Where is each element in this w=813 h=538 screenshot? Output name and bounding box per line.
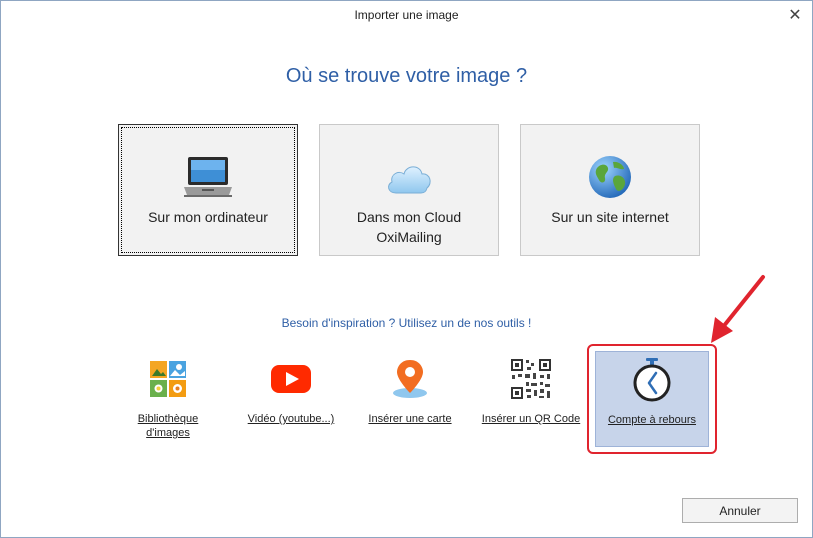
image-library-icon	[145, 356, 191, 402]
close-icon: ✕	[788, 7, 802, 24]
window-title: Importer une image	[354, 8, 459, 22]
title-bar: Importer une image ✕	[1, 1, 812, 31]
tool-image-library[interactable]: Bibliothèque d'images	[123, 356, 213, 440]
cloud-icon	[384, 153, 434, 201]
tool-map[interactable]: Insérer une carte	[361, 356, 459, 426]
tool-youtube-label: Vidéo (youtube...)	[247, 413, 335, 425]
import-image-dialog: Importer une image ✕ Où se trouve votre …	[0, 0, 813, 538]
map-pin-icon	[387, 356, 433, 402]
source-computer-label: Sur mon ordinateur	[148, 209, 268, 225]
source-cloud-card[interactable]: Dans mon Cloud OxiMailing	[319, 124, 499, 256]
highlight-box	[587, 344, 717, 454]
inspiration-text: Besoin d'inspiration ? Utilisez un de no…	[281, 316, 532, 330]
qr-code-icon	[508, 356, 554, 402]
youtube-icon	[268, 356, 314, 402]
page-title: Où se trouve votre image ?	[285, 65, 528, 87]
cancel-button[interactable]: Annuler	[682, 498, 798, 523]
laptop-icon	[182, 153, 234, 201]
tool-map-label: Insérer une carte	[368, 413, 452, 425]
globe-icon	[587, 153, 633, 201]
source-computer-card[interactable]: Sur mon ordinateur	[118, 124, 298, 256]
source-cloud-label: Dans mon Cloud OxiMailing	[356, 209, 462, 245]
red-arrow-icon	[711, 275, 765, 343]
tool-qr-code-label: Insérer un QR Code	[481, 413, 581, 425]
tool-youtube[interactable]: Vidéo (youtube...)	[241, 356, 341, 426]
tool-image-library-label: Bibliothèque d'images	[137, 413, 199, 439]
source-web-label: Sur un site internet	[551, 209, 669, 225]
close-button[interactable]: ✕	[784, 5, 806, 25]
source-web-card[interactable]: Sur un site internet	[520, 124, 700, 256]
tool-qr-code[interactable]: Insérer un QR Code	[477, 356, 585, 426]
